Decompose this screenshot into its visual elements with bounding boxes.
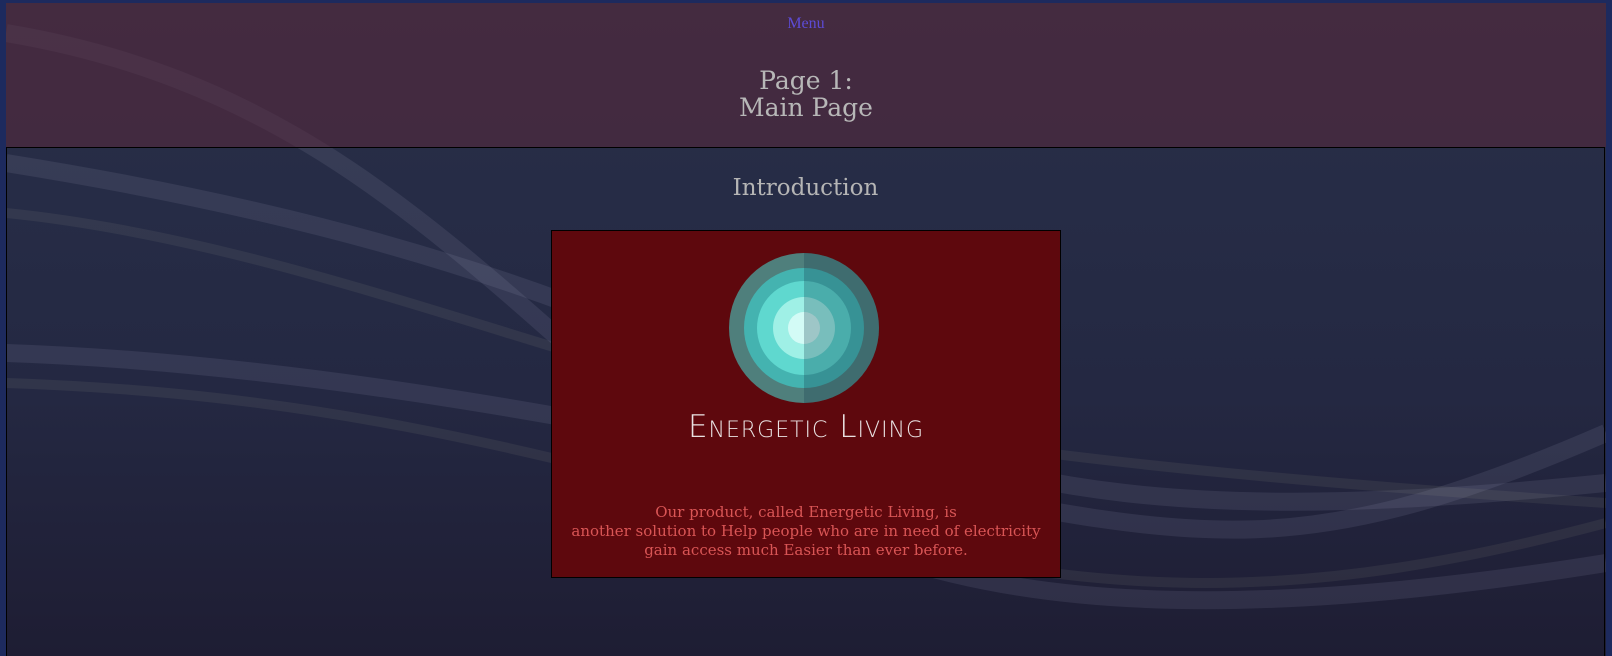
menu-link[interactable]: Menu — [6, 15, 1606, 33]
intro-card: Energetic Living Our product, called Ene… — [551, 230, 1061, 578]
page-title-line2: Main Page — [739, 93, 873, 122]
product-description: Our product, called Energetic Living, is… — [552, 503, 1060, 560]
section-title: Introduction — [732, 175, 879, 201]
description-line: gain access much Easier than ever before… — [644, 541, 968, 559]
page-title-line1: Page 1: — [759, 66, 853, 95]
brand-name: Energetic Living — [687, 409, 925, 445]
description-line: Our product, called Energetic Living, is — [655, 503, 957, 521]
page-title: Page 1: Main Page — [6, 67, 1606, 121]
page-frame: Menu Page 1: Main Page Introduction Ener… — [6, 3, 1606, 656]
main-section: Introduction Energetic Living Our produc… — [6, 147, 1605, 656]
concentric-circles-icon — [729, 253, 879, 403]
page-header: Menu Page 1: Main Page — [6, 3, 1606, 147]
description-line: another solution to Help people who are … — [571, 522, 1041, 540]
